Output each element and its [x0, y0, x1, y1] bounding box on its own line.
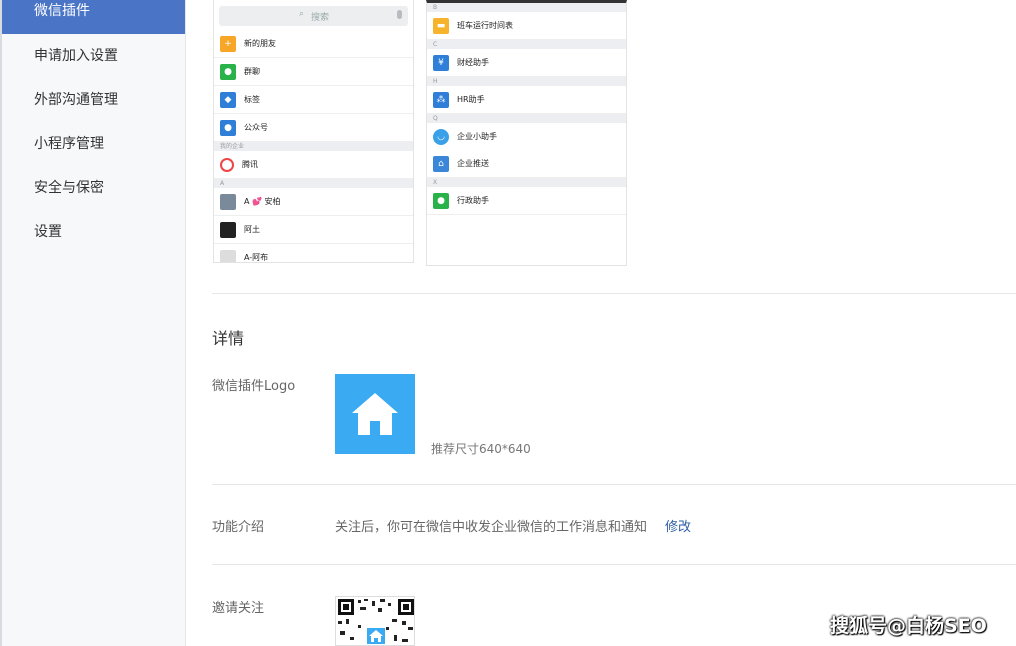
avatar: [220, 221, 236, 238]
list-item: ◡ 企业小助手: [427, 123, 626, 150]
list-item-label: 新的朋友: [244, 39, 276, 48]
sidebar: 微信插件 申请加入设置 外部沟通管理 小程序管理 安全与保密 设置: [0, 0, 186, 646]
list-item: A 💕 安柏: [214, 188, 413, 216]
official-account-icon: ●: [220, 119, 236, 136]
search-icon: ⌕: [299, 9, 305, 19]
assistant-icon: ◡: [433, 128, 449, 145]
main-content: ⌕ 搜索 + 新的朋友 ● 群聊 ◆ 标签 ● 公众号 我的企业 腾讯 A A 💕 安柏…: [187, 0, 1016, 646]
qr-code-image: [338, 599, 414, 644]
plugin-logo: [335, 374, 415, 454]
list-item: ● 公众号: [214, 114, 413, 142]
list-item-label: 企业推送: [457, 159, 489, 168]
list-item-label: 财经助手: [457, 58, 489, 67]
section-header: B: [427, 3, 626, 12]
list-item: ◆ 标签: [214, 86, 413, 114]
list-item: 阿土: [214, 216, 413, 244]
search-placeholder: 搜索: [311, 13, 330, 23]
list-item-label: A-阿布: [244, 253, 269, 262]
finance-icon: ¥: [433, 54, 449, 71]
admin-icon: ●: [433, 192, 449, 209]
list-item-label: 标签: [244, 95, 260, 104]
preview-search-bar: ⌕ 搜索: [219, 6, 408, 26]
sidebar-item-join-settings[interactable]: 申请加入设置: [2, 34, 185, 78]
sidebar-item-security[interactable]: 安全与保密: [2, 166, 185, 210]
tencent-logo-icon: [220, 157, 234, 172]
watermark: 搜狐号@白杨SEO: [830, 615, 987, 637]
avatar: [220, 249, 236, 262]
section-header: Q: [427, 114, 626, 123]
bus-schedule-icon: ▬: [433, 17, 449, 34]
list-item: + 新的朋友: [214, 30, 413, 58]
group-chat-icon: ●: [220, 63, 236, 80]
new-friend-icon: +: [220, 35, 236, 52]
list-item: ⁂ HR助手: [427, 86, 626, 114]
list-item: ▬ 班车运行时间表: [427, 12, 626, 40]
list-item-label: 行政助手: [457, 196, 489, 205]
home-icon: ⌂: [433, 155, 449, 172]
section-header: 我的企业: [214, 142, 413, 151]
section-header: X: [427, 178, 626, 187]
divider: [212, 484, 1016, 485]
intro-text: 关注后，你可在微信中收发企业微信的工作消息和通知: [335, 520, 648, 535]
divider: [212, 564, 1016, 565]
list-item-label: A 💕 安柏: [244, 197, 281, 206]
avatar: [220, 193, 236, 210]
list-item: ● 群聊: [214, 58, 413, 86]
section-header: H: [427, 77, 626, 86]
mic-icon: [397, 10, 402, 19]
section-header: A: [214, 179, 413, 188]
list-item: ¥ 财经助手: [427, 49, 626, 77]
invite-label: 邀请关注: [212, 601, 265, 616]
logo-label: 微信插件Logo: [212, 379, 296, 394]
tag-icon: ◆: [220, 91, 236, 108]
home-icon: [352, 393, 398, 435]
list-item-label: 企业小助手: [457, 132, 497, 141]
section-title: 详情: [212, 329, 245, 348]
sidebar-item-mini-program[interactable]: 小程序管理: [2, 122, 185, 166]
edit-link[interactable]: 修改: [665, 516, 691, 535]
section-header: C: [427, 40, 626, 49]
list-item: 腾讯: [214, 151, 413, 179]
intro-label: 功能介绍: [212, 520, 265, 535]
divider: [212, 293, 1016, 294]
list-item: A-阿布: [214, 244, 413, 262]
qr-code: [335, 596, 415, 646]
list-item-label: 班车运行时间表: [457, 21, 513, 30]
preview-contacts: ⌕ 搜索 + 新的朋友 ● 群聊 ◆ 标签 ● 公众号 我的企业 腾讯 A A 💕 安柏…: [213, 0, 414, 263]
list-item-label: 群聊: [244, 67, 260, 76]
sidebar-item-wechat-plugin[interactable]: 微信插件: [2, 0, 185, 34]
list-item: ⌂ 企业推送: [427, 150, 626, 178]
list-item-label: 公众号: [244, 123, 268, 132]
hr-icon: ⁂: [433, 91, 449, 108]
list-item-label: 腾讯: [242, 160, 258, 169]
logo-size-hint: 推荐尺寸640*640: [431, 442, 531, 456]
preview-apps: B ▬ 班车运行时间表 C ¥ 财经助手 H ⁂ HR助手 Q ◡ 企业小助手 ⌂ 企业推…: [426, 0, 627, 266]
sidebar-item-settings[interactable]: 设置: [2, 210, 185, 254]
list-item-label: HR助手: [457, 95, 485, 104]
list-item-label: 阿土: [244, 225, 260, 234]
list-item: ● 行政助手: [427, 187, 626, 215]
sidebar-item-external-comm[interactable]: 外部沟通管理: [2, 78, 185, 122]
